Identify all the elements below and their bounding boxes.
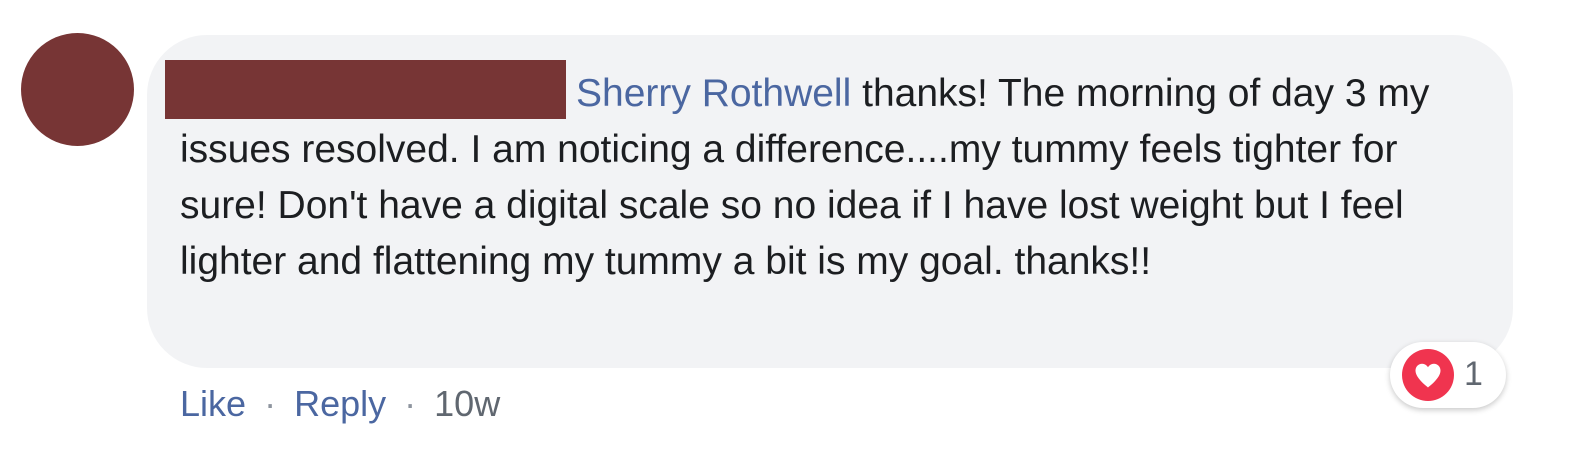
redaction-spacer <box>180 105 576 106</box>
comment-actions: Like · Reply · 10w <box>180 378 500 430</box>
reply-button[interactable]: Reply <box>294 383 386 424</box>
mentioned-user-link[interactable]: Sherry Rothwell <box>576 72 851 115</box>
comment-text: Sherry Rothwell thanks! The morning of d… <box>180 66 1490 290</box>
separator: · <box>264 383 277 424</box>
separator: · <box>404 383 417 424</box>
heart-icon <box>1415 363 1441 388</box>
like-button[interactable]: Like <box>180 383 246 424</box>
reactions-summary[interactable]: 1 <box>1390 342 1506 408</box>
love-reaction-badge <box>1402 349 1454 401</box>
timestamp[interactable]: 10w <box>434 383 500 424</box>
reaction-count: 1 <box>1464 355 1483 393</box>
avatar[interactable] <box>21 33 134 146</box>
